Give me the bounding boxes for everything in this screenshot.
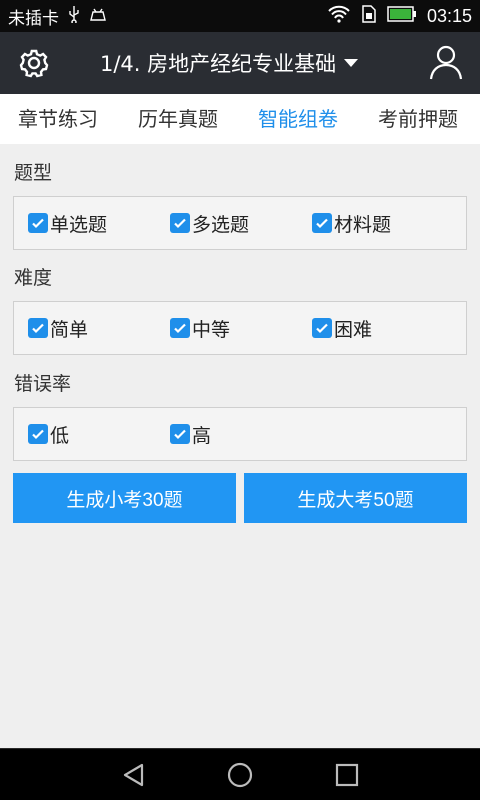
option-material[interactable]: 材料题 — [312, 197, 391, 249]
android-debug-icon — [89, 6, 107, 27]
option-medium[interactable]: 中等 — [170, 302, 230, 354]
page-title: 1/4. 房地产经纪专业基础 — [100, 52, 337, 76]
usb-icon — [67, 5, 81, 28]
generate-small-exam-button[interactable]: 生成小考30题 — [13, 473, 236, 523]
app-header: 1/4. 房地产经纪专业基础 — [0, 32, 480, 94]
user-icon[interactable] — [426, 42, 466, 82]
option-label: 高 — [192, 424, 212, 447]
chevron-down-icon — [344, 59, 359, 67]
option-label: 困难 — [334, 318, 373, 341]
battery-icon — [387, 5, 417, 27]
status-bar: 未插卡 03:15 — [0, 0, 480, 32]
tab-past-exams[interactable]: 历年真题 — [138, 94, 218, 144]
wifi-icon — [327, 5, 351, 28]
question-type-options: 单选题 多选题 材料题 — [13, 196, 467, 250]
option-label: 材料题 — [334, 213, 392, 236]
tab-bar: 章节练习 历年真题 智能组卷 考前押题 — [0, 94, 480, 144]
tab-smart-paper[interactable]: 智能组卷 — [258, 94, 338, 144]
sim-icon — [361, 4, 377, 28]
back-icon[interactable] — [120, 761, 148, 789]
option-single-choice[interactable]: 单选题 — [28, 197, 107, 249]
section-title-question-type: 题型 — [14, 162, 53, 184]
checkbox-checked-icon[interactable] — [28, 318, 48, 338]
checkbox-checked-icon[interactable] — [28, 424, 48, 444]
option-multiple-choice[interactable]: 多选题 — [170, 197, 249, 249]
option-label: 单选题 — [50, 213, 108, 236]
recent-apps-icon[interactable] — [333, 761, 361, 789]
option-label: 简单 — [50, 318, 89, 341]
option-high[interactable]: 高 — [170, 408, 211, 460]
checkbox-checked-icon[interactable] — [312, 213, 332, 233]
checkbox-checked-icon[interactable] — [170, 213, 190, 233]
carrier-text: 未插卡 — [8, 8, 59, 29]
clock-time: 03:15 — [426, 5, 472, 26]
option-label: 中等 — [192, 318, 231, 341]
tab-predicted-questions[interactable]: 考前押题 — [378, 94, 458, 144]
section-title-difficulty: 难度 — [14, 267, 53, 289]
option-label: 低 — [50, 424, 70, 447]
error-rate-options: 低 高 — [13, 407, 467, 461]
generate-big-exam-button[interactable]: 生成大考50题 — [244, 473, 467, 523]
option-low[interactable]: 低 — [28, 408, 69, 460]
tab-chapter-practice[interactable]: 章节练习 — [18, 94, 98, 144]
checkbox-checked-icon[interactable] — [28, 213, 48, 233]
checkbox-checked-icon[interactable] — [170, 318, 190, 338]
option-label: 多选题 — [192, 213, 250, 236]
checkbox-checked-icon[interactable] — [170, 424, 190, 444]
home-icon[interactable] — [226, 761, 254, 789]
checkbox-checked-icon[interactable] — [312, 318, 332, 338]
system-nav-bar — [0, 748, 480, 800]
section-title-error-rate: 错误率 — [14, 373, 72, 395]
difficulty-options: 简单 中等 困难 — [13, 301, 467, 355]
subject-selector[interactable]: 1/4. 房地产经纪专业基础 — [100, 32, 359, 94]
gear-icon[interactable] — [16, 45, 52, 81]
option-easy[interactable]: 简单 — [28, 302, 88, 354]
option-hard[interactable]: 困难 — [312, 302, 372, 354]
